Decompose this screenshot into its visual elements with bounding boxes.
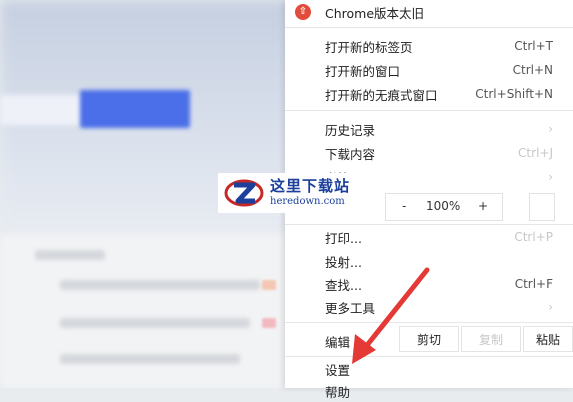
menu-item-label: 历史记录 (325, 122, 376, 138)
menu-item-label: 下载内容 (325, 146, 376, 162)
edit-label: 编辑 (325, 335, 351, 350)
menu-separator (285, 224, 573, 225)
paste-button[interactable]: 粘贴 (523, 326, 573, 352)
menu-item-new-window[interactable]: 打开新的窗口 Ctrl+N (285, 59, 573, 81)
menu-separator (285, 322, 573, 323)
menu-item-shortcut: Ctrl+Shift+N (475, 87, 553, 101)
zoom-level: 100% (426, 199, 461, 213)
menu-item-label: 打印... (325, 230, 362, 246)
fullscreen-button[interactable] (529, 193, 555, 221)
background-list-line (60, 354, 240, 364)
menu-item-label: Chrome版本太旧 (325, 5, 425, 21)
watermark-logo-icon (224, 176, 264, 210)
menu-separator (285, 356, 573, 357)
menu-item-print[interactable]: 打印... Ctrl+P (285, 226, 573, 248)
menu-item-new-tab[interactable]: 打开新的标签页 Ctrl+T (285, 35, 573, 57)
cut-button-label: 剪切 (416, 332, 441, 347)
menu-item-shortcut: Ctrl+F (514, 277, 553, 291)
submenu-arrow-icon: › (548, 300, 553, 314)
menu-item-label: 打开新的无痕式窗口 (325, 87, 438, 103)
submenu-arrow-icon: › (548, 170, 553, 184)
watermark-text: 这里下载站 (270, 176, 351, 195)
menu-item-shortcut: Ctrl+N (512, 63, 553, 77)
submenu-arrow-icon: › (548, 122, 553, 136)
menu-separator (285, 27, 573, 28)
paste-button-label: 粘贴 (535, 332, 560, 347)
menu-item-label: 更多工具 (325, 300, 376, 316)
menu-item-find[interactable]: 查找... Ctrl+F (285, 273, 573, 295)
menu-item-help[interactable]: 帮助 (285, 380, 573, 402)
cut-button[interactable]: 剪切 (399, 326, 459, 352)
background-list-badge (262, 318, 276, 328)
watermark: 这里下载站 heredown.com (218, 173, 366, 213)
update-warning-icon: ⇧ (295, 4, 311, 20)
menu-separator (285, 110, 573, 111)
copy-button[interactable]: 复制 (461, 326, 521, 352)
menu-item-label: 打开新的窗口 (325, 63, 401, 79)
background-search-button (80, 90, 190, 128)
background-search-box (0, 95, 85, 125)
menu-item-settings[interactable]: 设置 (285, 358, 573, 380)
menu-item-new-incognito-window[interactable]: 打开新的无痕式窗口 Ctrl+Shift+N (285, 83, 573, 105)
menu-item-cast[interactable]: 投射... (285, 250, 573, 272)
menu-item-shortcut: Ctrl+J (518, 146, 553, 160)
menu-item-shortcut: Ctrl+P (514, 230, 553, 244)
menu-item-downloads[interactable]: 下载内容 Ctrl+J (285, 142, 573, 164)
menu-item-label: 打开新的标签页 (325, 39, 413, 55)
zoom-out-button[interactable]: - (402, 199, 406, 213)
background-list-line (60, 318, 250, 328)
background-list-badge (262, 280, 276, 290)
copy-button-label: 复制 (478, 332, 503, 347)
menu-item-label: 投射... (325, 254, 362, 270)
background-list-line (35, 250, 105, 260)
menu-item-label: 帮助 (325, 384, 351, 400)
menu-item-shortcut: Ctrl+T (514, 39, 553, 53)
background-list-line (60, 280, 260, 290)
menu-item-label: 查找... (325, 277, 362, 293)
menu-item-label: 设置 (325, 362, 351, 378)
menu-item-update[interactable]: ⇧ Chrome版本太旧 (285, 1, 573, 23)
zoom-in-button[interactable]: + (478, 199, 488, 213)
watermark-url: heredown.com (270, 195, 345, 207)
menu-item-more-tools[interactable]: 更多工具 › (285, 296, 573, 318)
menu-item-history[interactable]: 历史记录 › (285, 118, 573, 140)
